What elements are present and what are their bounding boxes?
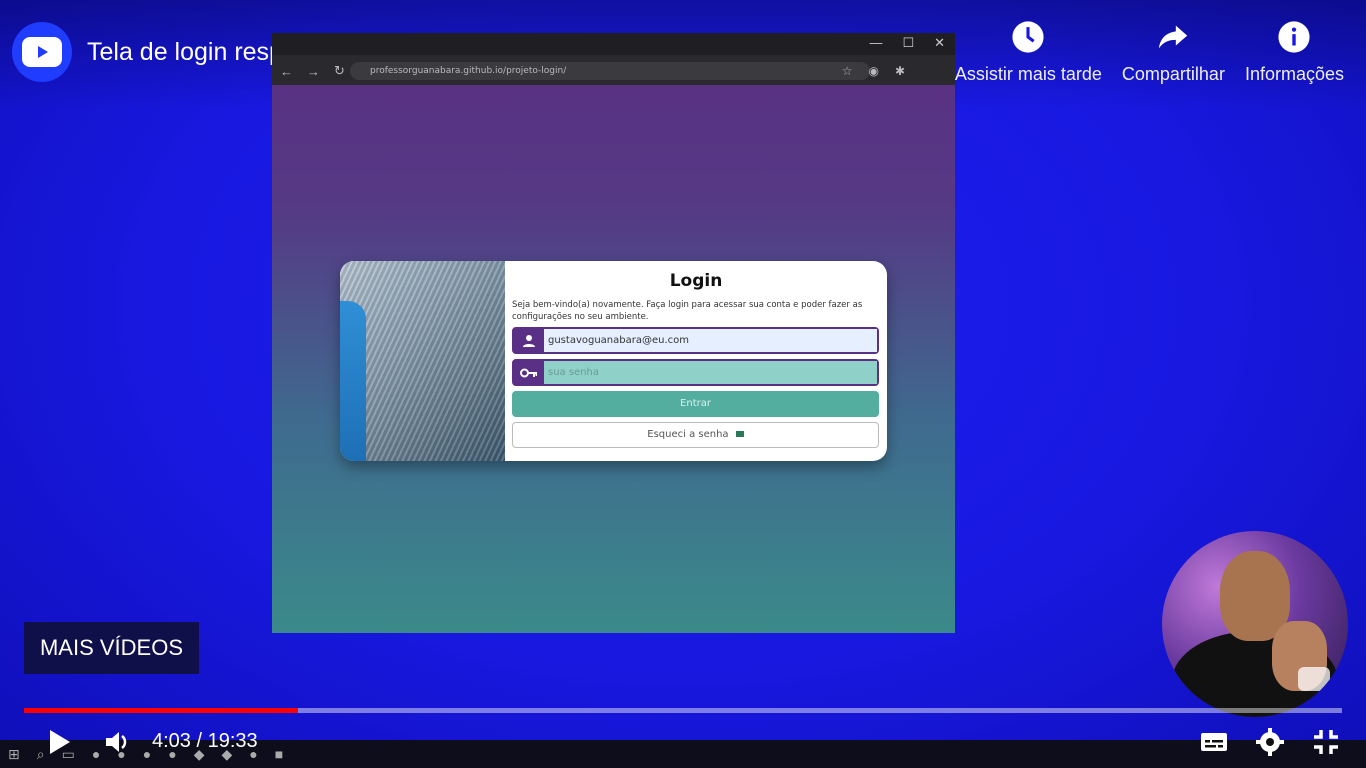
puzzle-icon: ✱ — [894, 64, 905, 78]
envelope-icon — [735, 431, 744, 437]
play-button[interactable] — [44, 727, 74, 757]
presenter-webcam — [1162, 531, 1348, 717]
forgot-password-button: Esqueci a senha — [512, 422, 879, 448]
info-label: Informações — [1244, 64, 1344, 84]
browser-extension-icons: ☆ ◉ ✱ — [842, 64, 905, 78]
clock-icon — [1012, 21, 1044, 53]
key-icon — [514, 361, 544, 384]
forgot-password-label: Esqueci a senha — [647, 429, 729, 440]
login-title: Login — [669, 271, 723, 291]
user-icon — [514, 329, 544, 352]
building-image — [340, 261, 505, 461]
window-controls: — ☐ ✕ — [869, 35, 945, 51]
browser-tab-strip — [272, 33, 955, 55]
password-field: sua senha — [512, 359, 879, 386]
share-label: Compartilhar — [1121, 64, 1225, 84]
youtube-watermark-icon — [1298, 667, 1330, 691]
watch-later-button[interactable]: Assistir mais tarde — [955, 20, 1102, 85]
settings-button[interactable] — [1254, 726, 1286, 758]
watch-later-label: Assistir mais tarde — [954, 64, 1102, 84]
top-actions: Assistir mais tarde Compartilhar Informa… — [955, 20, 1344, 85]
right-controls — [1198, 726, 1342, 758]
screen-recording: — ☐ ✕ ← → ↻ professorguanabara.github.io… — [272, 33, 955, 633]
reload-icon: ↻ — [334, 63, 345, 78]
share-icon — [1159, 25, 1188, 49]
browser-toolbar: — ☐ ✕ ← → ↻ professorguanabara.github.io… — [272, 33, 955, 85]
minimize-icon: — — [869, 35, 883, 50]
progress-bar[interactable] — [24, 708, 1342, 713]
exit-fullscreen-button[interactable] — [1310, 726, 1342, 758]
channel-avatar[interactable] — [12, 22, 72, 82]
share-button[interactable]: Compartilhar — [1122, 20, 1225, 85]
star-icon: ☆ — [841, 64, 853, 78]
email-value: gustavoguanabara@eu.com — [544, 329, 877, 352]
login-card: Login Seja bem-vindo(a) novamente. Faça … — [340, 261, 887, 461]
volume-button[interactable] — [102, 727, 132, 757]
extension-icon: ◉ — [868, 64, 879, 78]
more-videos-button[interactable]: MAIS VÍDEOS — [24, 622, 199, 674]
play-logo-icon — [22, 37, 62, 67]
info-button[interactable]: Informações — [1245, 20, 1344, 85]
address-bar: professorguanabara.github.io/projeto-log… — [350, 62, 870, 80]
time-display: 4:03 / 19:33 — [152, 730, 258, 752]
browser-nav: ← → ↻ — [280, 63, 345, 79]
back-icon: ← — [280, 63, 293, 79]
player-controls: 4:03 / 19:33 — [0, 722, 1366, 762]
progress-played — [24, 708, 299, 713]
email-field: gustavoguanabara@eu.com — [512, 327, 879, 354]
login-subtitle: Seja bem-vindo(a) novamente. Faça login … — [512, 300, 863, 322]
password-placeholder: sua senha — [544, 361, 877, 384]
subtitles-button[interactable] — [1198, 726, 1230, 758]
forward-icon: → — [307, 63, 320, 79]
close-icon: ✕ — [934, 35, 945, 50]
maximize-icon: ☐ — [902, 35, 915, 50]
info-icon — [1278, 21, 1311, 53]
entrar-button: Entrar — [512, 391, 879, 417]
